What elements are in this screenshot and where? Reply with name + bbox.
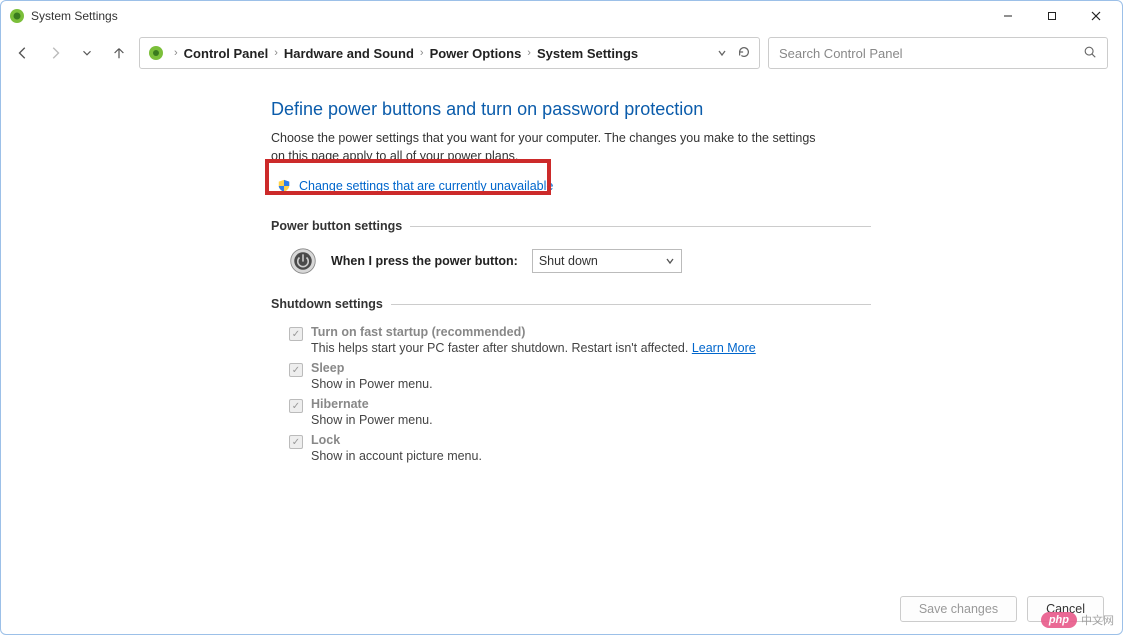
- fast-startup-row: ✓ Turn on fast startup (recommended): [289, 325, 871, 341]
- up-button[interactable]: [107, 41, 131, 65]
- lock-checkbox: ✓: [289, 435, 303, 449]
- lock-sub: Show in account picture menu.: [311, 449, 871, 463]
- fast-startup-subtext: This helps start your PC faster after sh…: [311, 341, 692, 355]
- lock-row: ✓ Lock: [289, 433, 871, 449]
- divider: [391, 304, 871, 305]
- forward-button[interactable]: [43, 41, 67, 65]
- power-button-row: When I press the power button: Shut down: [289, 247, 871, 275]
- search-icon[interactable]: [1083, 45, 1097, 62]
- hibernate-sub: Show in Power menu.: [311, 413, 871, 427]
- close-button[interactable]: [1074, 2, 1118, 30]
- titlebar: System Settings: [1, 1, 1122, 31]
- shutdown-group-title: Shutdown settings: [271, 297, 871, 311]
- breadcrumb-power-options[interactable]: Power Options: [428, 46, 524, 61]
- watermark: php 中文网: [1041, 612, 1114, 628]
- lock-label: Lock: [311, 433, 340, 447]
- app-icon: [9, 8, 25, 24]
- search-box[interactable]: [768, 37, 1108, 69]
- uac-shield-icon: [277, 179, 291, 193]
- divider: [410, 226, 871, 227]
- watermark-text: 中文网: [1081, 612, 1114, 628]
- chevron-right-icon: ›: [416, 47, 428, 59]
- sleep-label: Sleep: [311, 361, 344, 375]
- power-button-group-title: Power button settings: [271, 219, 871, 233]
- breadcrumb-control-panel[interactable]: Control Panel: [182, 46, 271, 61]
- address-dropdown-icon[interactable]: [717, 46, 727, 61]
- hibernate-label: Hibernate: [311, 397, 369, 411]
- chevron-down-icon: [665, 256, 675, 266]
- breadcrumb-hardware-sound[interactable]: Hardware and Sound: [282, 46, 416, 61]
- sleep-sub: Show in Power menu.: [311, 377, 871, 391]
- sleep-checkbox: ✓: [289, 363, 303, 377]
- watermark-pill: php: [1041, 612, 1077, 628]
- maximize-button[interactable]: [1030, 2, 1074, 30]
- change-settings-row: Change settings that are currently unava…: [271, 175, 871, 197]
- hibernate-checkbox: ✓: [289, 399, 303, 413]
- back-button[interactable]: [11, 41, 35, 65]
- fast-startup-sub: This helps start your PC faster after sh…: [311, 341, 871, 355]
- power-button-action-value: Shut down: [539, 254, 598, 268]
- recent-dropdown[interactable]: [75, 41, 99, 65]
- power-button-group-label: Power button settings: [271, 219, 402, 233]
- change-settings-link[interactable]: Change settings that are currently unava…: [299, 179, 553, 193]
- chevron-right-icon: ›: [170, 47, 182, 59]
- save-changes-button[interactable]: Save changes: [900, 596, 1017, 622]
- control-panel-icon: [148, 45, 164, 61]
- power-button-action-select[interactable]: Shut down: [532, 249, 682, 273]
- hibernate-row: ✓ Hibernate: [289, 397, 871, 413]
- nav-toolbar: › Control Panel › Hardware and Sound › P…: [1, 31, 1122, 75]
- window-title: System Settings: [31, 9, 118, 23]
- fast-startup-checkbox: ✓: [289, 327, 303, 341]
- power-icon: [289, 247, 317, 275]
- shutdown-group-label: Shutdown settings: [271, 297, 383, 311]
- page-description: Choose the power settings that you want …: [271, 130, 831, 165]
- footer: Save changes Cancel: [1, 584, 1122, 634]
- fast-startup-label: Turn on fast startup (recommended): [311, 325, 525, 339]
- power-button-label: When I press the power button:: [331, 254, 518, 268]
- learn-more-link[interactable]: Learn More: [692, 341, 756, 355]
- breadcrumb-system-settings[interactable]: System Settings: [535, 46, 640, 61]
- address-bar[interactable]: › Control Panel › Hardware and Sound › P…: [139, 37, 760, 69]
- sleep-row: ✓ Sleep: [289, 361, 871, 377]
- search-input[interactable]: [779, 46, 1083, 61]
- content-area: Define power buttons and turn on passwor…: [1, 81, 1122, 584]
- refresh-icon[interactable]: [737, 45, 751, 62]
- chevron-right-icon: ›: [523, 47, 535, 59]
- page-heading: Define power buttons and turn on passwor…: [271, 99, 871, 120]
- chevron-right-icon: ›: [270, 47, 282, 59]
- minimize-button[interactable]: [986, 2, 1030, 30]
